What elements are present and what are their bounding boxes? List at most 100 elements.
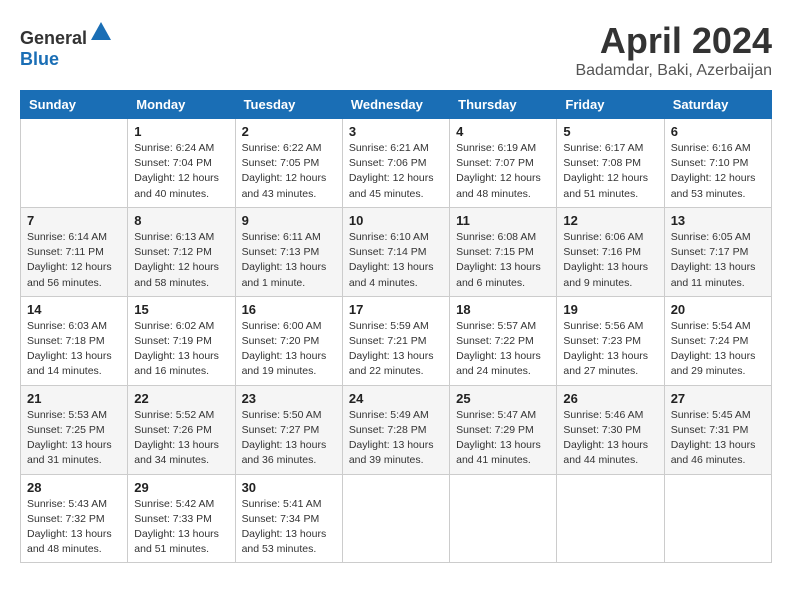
- calendar-cell: [21, 119, 128, 208]
- calendar-cell: [450, 474, 557, 563]
- day-number: 1: [134, 124, 228, 139]
- day-number: 29: [134, 480, 228, 495]
- day-info: Sunrise: 5:59 AM Sunset: 7:21 PM Dayligh…: [349, 319, 443, 380]
- calendar-cell: 16 Sunrise: 6:00 AM Sunset: 7:20 PM Dayli…: [235, 296, 342, 385]
- day-number: 16: [242, 302, 336, 317]
- day-info: Sunrise: 5:57 AM Sunset: 7:22 PM Dayligh…: [456, 319, 550, 380]
- calendar-cell: 14Sunrise: 6:03 AM Sunset: 7:18 PM Dayli…: [21, 296, 128, 385]
- calendar-cell: 18Sunrise: 5:57 AM Sunset: 7:22 PM Dayli…: [450, 296, 557, 385]
- day-of-week-header: Sunday: [21, 91, 128, 119]
- day-info: Sunrise: 6:10 AM Sunset: 7:14 PM Dayligh…: [349, 230, 443, 291]
- day-number: 2: [242, 124, 336, 139]
- calendar-cell: 11 Sunrise: 6:08 AM Sunset: 7:15 PM Dayli…: [450, 207, 557, 296]
- day-number: 7: [27, 213, 121, 228]
- logo: General Blue: [20, 20, 113, 70]
- day-number: 19: [563, 302, 657, 317]
- day-number: 15: [134, 302, 228, 317]
- day-info: Sunrise: 6:24 AM Sunset: 7:04 PM Dayligh…: [134, 141, 228, 202]
- day-info: Sunrise: 6:16 AM Sunset: 7:10 PM Dayligh…: [671, 141, 765, 202]
- day-info: Sunrise: 6:02 AM Sunset: 7:19 PM Dayligh…: [134, 319, 228, 380]
- day-of-week-header: Saturday: [664, 91, 771, 119]
- day-number: 11: [456, 213, 550, 228]
- title-area: April 2024 Badamdar, Baki, Azerbaijan: [575, 20, 772, 80]
- calendar-cell: [557, 474, 664, 563]
- calendar-cell: 21 Sunrise: 5:53 AM Sunset: 7:25 PM Dayli…: [21, 385, 128, 474]
- calendar-cell: 10 Sunrise: 6:10 AM Sunset: 7:14 PM Dayli…: [342, 207, 449, 296]
- calendar-week-row: 28 Sunrise: 5:43 AM Sunset: 7:32 PM Dayli…: [21, 474, 772, 563]
- calendar-body: 1 Sunrise: 6:24 AM Sunset: 7:04 PM Daylig…: [21, 119, 772, 563]
- day-of-week-header: Tuesday: [235, 91, 342, 119]
- calendar-cell: 24 Sunrise: 5:49 AM Sunset: 7:28 PM Dayli…: [342, 385, 449, 474]
- calendar-cell: 3 Sunrise: 6:21 AM Sunset: 7:06 PM Daylig…: [342, 119, 449, 208]
- day-info: Sunrise: 6:19 AM Sunset: 7:07 PM Dayligh…: [456, 141, 550, 202]
- day-info: Sunrise: 6:11 AM Sunset: 7:13 PM Dayligh…: [242, 230, 336, 291]
- day-number: 3: [349, 124, 443, 139]
- day-info: Sunrise: 6:21 AM Sunset: 7:06 PM Dayligh…: [349, 141, 443, 202]
- day-number: 30: [242, 480, 336, 495]
- day-number: 5: [563, 124, 657, 139]
- logo-blue: Blue: [20, 49, 59, 69]
- day-number: 6: [671, 124, 765, 139]
- calendar-cell: 27 Sunrise: 5:45 AM Sunset: 7:31 PM Dayli…: [664, 385, 771, 474]
- page-header: General Blue April 2024 Badamdar, Baki, …: [20, 20, 772, 80]
- month-title: April 2024: [575, 20, 772, 62]
- calendar-cell: 29 Sunrise: 5:42 AM Sunset: 7:33 PM Dayli…: [128, 474, 235, 563]
- day-number: 22: [134, 391, 228, 406]
- logo-general: General: [20, 28, 87, 48]
- day-number: 27: [671, 391, 765, 406]
- day-of-week-header: Friday: [557, 91, 664, 119]
- calendar-cell: 4 Sunrise: 6:19 AM Sunset: 7:07 PM Daylig…: [450, 119, 557, 208]
- day-of-week-header: Monday: [128, 91, 235, 119]
- day-number: 17: [349, 302, 443, 317]
- day-info: Sunrise: 5:42 AM Sunset: 7:33 PM Dayligh…: [134, 497, 228, 558]
- day-info: Sunrise: 5:54 AM Sunset: 7:24 PM Dayligh…: [671, 319, 765, 380]
- calendar-week-row: 1 Sunrise: 6:24 AM Sunset: 7:04 PM Daylig…: [21, 119, 772, 208]
- day-info: Sunrise: 5:53 AM Sunset: 7:25 PM Dayligh…: [27, 408, 121, 469]
- calendar-cell: 26Sunrise: 5:46 AM Sunset: 7:30 PM Dayli…: [557, 385, 664, 474]
- day-info: Sunrise: 5:47 AM Sunset: 7:29 PM Dayligh…: [456, 408, 550, 469]
- day-info: Sunrise: 6:08 AM Sunset: 7:15 PM Dayligh…: [456, 230, 550, 291]
- day-info: Sunrise: 5:52 AM Sunset: 7:26 PM Dayligh…: [134, 408, 228, 469]
- calendar-week-row: 21 Sunrise: 5:53 AM Sunset: 7:25 PM Dayli…: [21, 385, 772, 474]
- day-number: 28: [27, 480, 121, 495]
- day-number: 4: [456, 124, 550, 139]
- logo-icon: [89, 20, 113, 44]
- day-info: Sunrise: 6:05 AM Sunset: 7:17 PM Dayligh…: [671, 230, 765, 291]
- day-info: Sunrise: 5:43 AM Sunset: 7:32 PM Dayligh…: [27, 497, 121, 558]
- day-info: Sunrise: 5:46 AM Sunset: 7:30 PM Dayligh…: [563, 408, 657, 469]
- calendar-cell: 20 Sunrise: 5:54 AM Sunset: 7:24 PM Dayli…: [664, 296, 771, 385]
- calendar-cell: 12Sunrise: 6:06 AM Sunset: 7:16 PM Dayli…: [557, 207, 664, 296]
- day-number: 21: [27, 391, 121, 406]
- calendar-cell: 17 Sunrise: 5:59 AM Sunset: 7:21 PM Dayli…: [342, 296, 449, 385]
- calendar-cell: 23Sunrise: 5:50 AM Sunset: 7:27 PM Dayli…: [235, 385, 342, 474]
- day-number: 23: [242, 391, 336, 406]
- calendar-cell: [342, 474, 449, 563]
- day-info: Sunrise: 6:06 AM Sunset: 7:16 PM Dayligh…: [563, 230, 657, 291]
- calendar-week-row: 14Sunrise: 6:03 AM Sunset: 7:18 PM Dayli…: [21, 296, 772, 385]
- day-number: 24: [349, 391, 443, 406]
- day-info: Sunrise: 5:49 AM Sunset: 7:28 PM Dayligh…: [349, 408, 443, 469]
- calendar-header-row: SundayMondayTuesdayWednesdayThursdayFrid…: [21, 91, 772, 119]
- day-number: 10: [349, 213, 443, 228]
- day-info: Sunrise: 6:00 AM Sunset: 7:20 PM Dayligh…: [242, 319, 336, 380]
- day-number: 8: [134, 213, 228, 228]
- calendar-cell: 13Sunrise: 6:05 AM Sunset: 7:17 PM Dayli…: [664, 207, 771, 296]
- day-info: Sunrise: 6:22 AM Sunset: 7:05 PM Dayligh…: [242, 141, 336, 202]
- day-info: Sunrise: 6:17 AM Sunset: 7:08 PM Dayligh…: [563, 141, 657, 202]
- day-of-week-header: Wednesday: [342, 91, 449, 119]
- calendar-cell: 7 Sunrise: 6:14 AM Sunset: 7:11 PM Daylig…: [21, 207, 128, 296]
- calendar-week-row: 7 Sunrise: 6:14 AM Sunset: 7:11 PM Daylig…: [21, 207, 772, 296]
- day-info: Sunrise: 6:13 AM Sunset: 7:12 PM Dayligh…: [134, 230, 228, 291]
- calendar-table: SundayMondayTuesdayWednesdayThursdayFrid…: [20, 90, 772, 563]
- location-title: Badamdar, Baki, Azerbaijan: [575, 62, 772, 80]
- calendar-cell: 2 Sunrise: 6:22 AM Sunset: 7:05 PM Daylig…: [235, 119, 342, 208]
- calendar-cell: 6 Sunrise: 6:16 AM Sunset: 7:10 PM Daylig…: [664, 119, 771, 208]
- calendar-cell: 22 Sunrise: 5:52 AM Sunset: 7:26 PM Dayli…: [128, 385, 235, 474]
- day-number: 9: [242, 213, 336, 228]
- calendar-cell: 5 Sunrise: 6:17 AM Sunset: 7:08 PM Daylig…: [557, 119, 664, 208]
- day-number: 14: [27, 302, 121, 317]
- day-info: Sunrise: 5:45 AM Sunset: 7:31 PM Dayligh…: [671, 408, 765, 469]
- calendar-cell: 8 Sunrise: 6:13 AM Sunset: 7:12 PM Daylig…: [128, 207, 235, 296]
- day-number: 20: [671, 302, 765, 317]
- day-info: Sunrise: 6:14 AM Sunset: 7:11 PM Dayligh…: [27, 230, 121, 291]
